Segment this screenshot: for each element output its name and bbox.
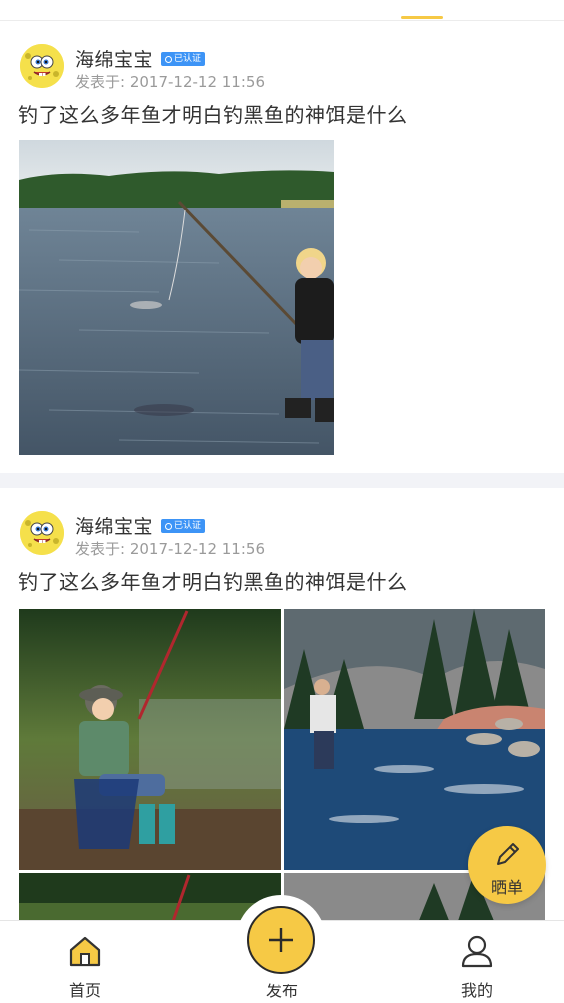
tab-home[interactable]: 首页 (45, 921, 125, 1003)
share-order-button[interactable]: 晒单 (468, 826, 546, 904)
tab-mine-label: 我的 (460, 981, 493, 1000)
verified-badge-label: 已认证 (174, 521, 202, 531)
avatar[interactable] (20, 511, 64, 555)
post-separator (0, 473, 564, 488)
top-tab-strip (0, 0, 564, 21)
post-title[interactable]: 钓了这么多年鱼才明白钓黑鱼的神饵是什么 (18, 99, 408, 128)
feed-post[interactable]: 海绵宝宝 已认证 发表于: 2017-12-12 11:56 钓了这么多年鱼才明… (0, 21, 564, 473)
verified-badge: 已认证 (161, 519, 206, 533)
kid-on-chair-fishing-photo[interactable] (19, 609, 281, 870)
verified-badge: 已认证 (161, 52, 206, 66)
user-icon (461, 935, 493, 968)
home-icon (69, 936, 101, 967)
tab-home-label: 首页 (68, 981, 101, 1000)
verified-icon (165, 522, 172, 530)
verified-badge-label: 已认证 (174, 54, 202, 64)
post-timestamp: 发表于: 2017-12-12 11:56 (75, 73, 265, 91)
share-order-label: 晒单 (490, 878, 523, 897)
tab-mine[interactable]: 我的 (437, 921, 517, 1003)
verified-icon (165, 55, 172, 63)
pencil-icon (497, 843, 519, 865)
post-timestamp: 发表于: 2017-12-12 11:56 (75, 540, 265, 558)
post-title[interactable]: 钓了这么多年鱼才明白钓黑鱼的神饵是什么 (18, 566, 408, 595)
username[interactable]: 海绵宝宝 (75, 45, 153, 72)
avatar[interactable] (20, 44, 64, 88)
boy-fishing-with-stick-photo[interactable] (19, 140, 334, 455)
active-tab-indicator (401, 16, 443, 19)
plus-icon (269, 928, 293, 952)
publish-button[interactable] (247, 906, 315, 974)
username[interactable]: 海绵宝宝 (75, 512, 153, 539)
